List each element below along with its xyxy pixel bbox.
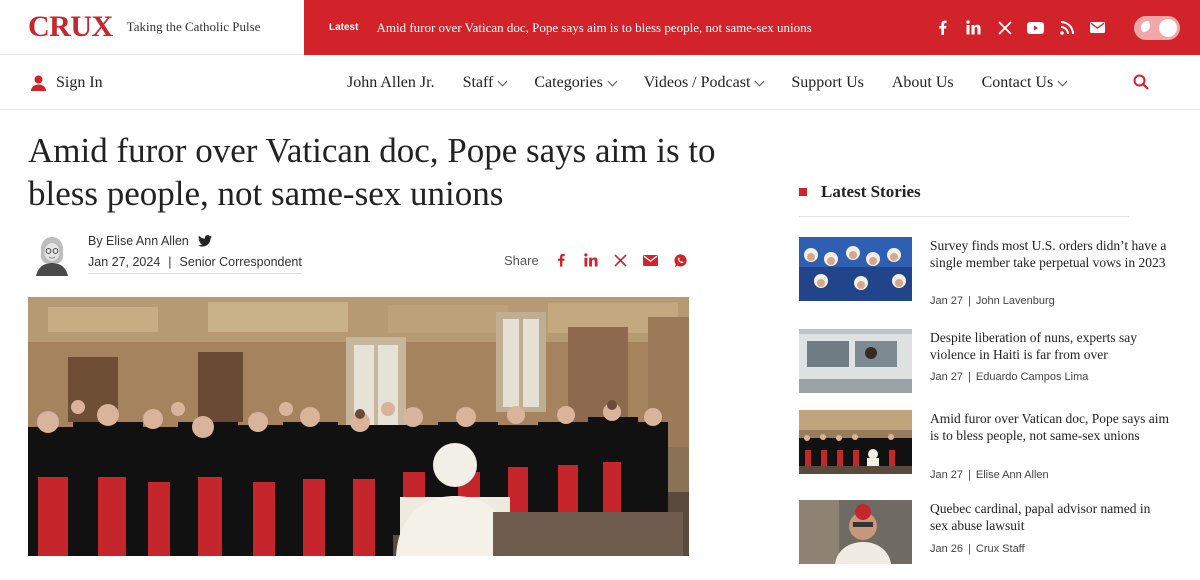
latest-tag: Latest bbox=[329, 22, 359, 33]
story-date: Jan 26 bbox=[930, 543, 964, 555]
story-date: Jan 27 bbox=[930, 469, 964, 481]
nav-item-contact-us[interactable]: Contact Us bbox=[981, 74, 1068, 92]
facebook-icon[interactable] bbox=[934, 19, 951, 36]
story-date: Jan 27 bbox=[930, 371, 964, 383]
article-hero-image bbox=[28, 297, 689, 556]
nav-item-about-us[interactable]: About Us bbox=[892, 74, 954, 92]
nav-label: John Allen Jr. bbox=[347, 74, 435, 91]
latest-ticker: Latest Amid furor over Vatican doc, Pope… bbox=[304, 0, 1200, 55]
nav-item-support-us[interactable]: Support Us bbox=[791, 74, 863, 92]
author-name[interactable]: By Elise Ann Allen bbox=[88, 234, 212, 248]
story-thumbnail[interactable] bbox=[799, 500, 912, 564]
meta-separator: | bbox=[968, 295, 971, 307]
top-bar: CRUX Taking the Catholic Pulse Latest Am… bbox=[0, 0, 1200, 55]
story-author[interactable]: Crux Staff bbox=[976, 543, 1025, 555]
story-author[interactable]: Eduardo Campos Lima bbox=[976, 371, 1089, 383]
share-bar: Share bbox=[504, 252, 703, 268]
mail-icon[interactable] bbox=[643, 252, 659, 268]
heading-label: Latest Stories bbox=[821, 182, 921, 201]
meta-separator: | bbox=[968, 371, 971, 383]
author-role: Senior Correspondent bbox=[179, 255, 302, 269]
story-author[interactable]: Elise Ann Allen bbox=[976, 469, 1049, 481]
latest-stories-sidebar: Latest Stories Survey finds most U.S. or… bbox=[799, 182, 1169, 564]
sign-in-label: Sign In bbox=[56, 73, 103, 91]
whatsapp-icon[interactable] bbox=[673, 252, 689, 268]
facebook-icon[interactable] bbox=[553, 252, 569, 268]
x-icon[interactable] bbox=[996, 19, 1013, 36]
nav-label: Contact Us bbox=[981, 74, 1054, 91]
nav-label: About Us bbox=[891, 74, 954, 91]
list-item[interactable]: Quebec cardinal, papal advisor named in … bbox=[799, 500, 1169, 580]
user-icon bbox=[31, 75, 46, 91]
dark-mode-toggle[interactable] bbox=[1134, 15, 1180, 40]
story-thumbnail[interactable] bbox=[799, 237, 912, 301]
vehicle-photo bbox=[799, 329, 912, 393]
list-item[interactable]: Despite liberation of nuns, experts say … bbox=[799, 329, 1169, 409]
main-nav: Sign In John Allen Jr. Staff Categories … bbox=[0, 56, 1200, 110]
story-title-link[interactable]: Despite liberation of nuns, experts say … bbox=[930, 329, 1170, 363]
story-date: Jan 27 bbox=[930, 295, 964, 307]
latest-stories-heading: Latest Stories bbox=[799, 182, 1129, 217]
papal-audience-photo bbox=[28, 297, 689, 556]
nuns-photo bbox=[799, 237, 912, 301]
meta-separator: | bbox=[968, 543, 971, 555]
story-thumbnail[interactable] bbox=[799, 410, 912, 474]
article-meta: Jan 27, 2024 | Senior Correspondent bbox=[88, 255, 302, 274]
chevron-down-icon bbox=[607, 76, 618, 86]
nav-label: Videos / Podcast bbox=[643, 74, 751, 91]
story-author[interactable]: John Lavenburg bbox=[976, 295, 1055, 307]
search-icon bbox=[1133, 74, 1149, 90]
rss-icon[interactable] bbox=[1058, 19, 1075, 36]
meta-separator: | bbox=[968, 469, 971, 481]
nav-item-categories[interactable]: Categories bbox=[534, 74, 618, 92]
x-icon[interactable] bbox=[613, 252, 629, 268]
twitter-icon[interactable] bbox=[197, 235, 212, 247]
youtube-icon[interactable] bbox=[1027, 19, 1044, 36]
author-avatar bbox=[28, 232, 76, 276]
nav-links: John Allen Jr. Staff Categories Videos /… bbox=[347, 56, 1094, 110]
linkedin-icon[interactable] bbox=[965, 19, 982, 36]
heading-marker bbox=[799, 188, 807, 196]
site-tagline: Taking the Catholic Pulse bbox=[126, 19, 261, 34]
story-title-link[interactable]: Quebec cardinal, papal advisor named in … bbox=[930, 500, 1170, 534]
article-date: Jan 27, 2024 bbox=[88, 255, 161, 269]
story-meta: Jan 26 | Crux Staff bbox=[930, 543, 1025, 555]
sign-in-link[interactable]: Sign In bbox=[30, 74, 103, 92]
nav-label: Staff bbox=[462, 74, 494, 91]
story-thumbnail[interactable] bbox=[799, 329, 912, 393]
story-meta: Jan 27 | Eduardo Campos Lima bbox=[930, 371, 1088, 383]
share-label: Share bbox=[504, 252, 539, 268]
story-meta: Jan 27 | Elise Ann Allen bbox=[930, 469, 1049, 481]
nav-label: Support Us bbox=[791, 74, 864, 91]
author-label: By Elise Ann Allen bbox=[88, 234, 189, 248]
list-item[interactable]: Amid furor over Vatican doc, Pope says a… bbox=[799, 410, 1169, 490]
latest-headline-link[interactable]: Amid furor over Vatican doc, Pope says a… bbox=[376, 20, 811, 36]
meta-separator: | bbox=[168, 255, 172, 269]
cardinal-portrait-photo bbox=[799, 500, 912, 564]
moon-icon bbox=[1141, 20, 1154, 34]
chevron-down-icon bbox=[497, 76, 508, 86]
nav-item-staff[interactable]: Staff bbox=[462, 74, 508, 92]
list-item[interactable]: Survey finds most U.S. orders didn’t hav… bbox=[799, 237, 1169, 317]
chevron-down-icon bbox=[754, 76, 765, 86]
mail-icon[interactable] bbox=[1089, 19, 1106, 36]
byline: By Elise Ann Allen Jan 27, 2024 | Senior C… bbox=[28, 232, 688, 278]
site-logo[interactable]: CRUX bbox=[28, 10, 113, 44]
search-button[interactable] bbox=[1133, 74, 1149, 95]
story-title-link[interactable]: Amid furor over Vatican doc, Pope says a… bbox=[930, 410, 1170, 444]
social-links bbox=[934, 15, 1180, 40]
linkedin-icon[interactable] bbox=[583, 252, 599, 268]
article-title: Amid furor over Vatican doc, Pope says a… bbox=[28, 131, 716, 213]
nav-item-john-allen[interactable]: John Allen Jr. bbox=[347, 74, 435, 92]
nav-item-videos-podcast[interactable]: Videos / Podcast bbox=[643, 74, 765, 92]
sun-icon bbox=[1159, 18, 1177, 37]
chevron-down-icon bbox=[1057, 76, 1068, 86]
brand: CRUX Taking the Catholic Pulse bbox=[0, 0, 304, 55]
cardinals-photo bbox=[799, 410, 912, 474]
story-title-link[interactable]: Survey finds most U.S. orders didn’t hav… bbox=[930, 237, 1170, 271]
story-meta: Jan 27 | John Lavenburg bbox=[930, 295, 1055, 307]
nav-label: Categories bbox=[534, 74, 603, 91]
